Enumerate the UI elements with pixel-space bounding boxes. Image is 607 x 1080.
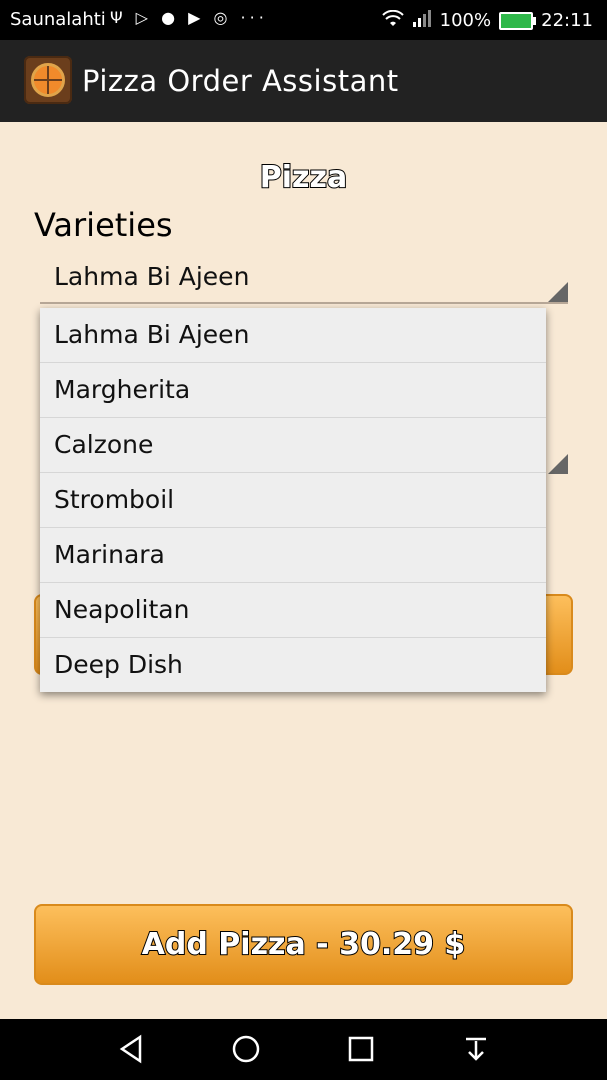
dropdown-option[interactable]: Lahma Bi Ajeen <box>40 308 546 363</box>
section-title: Pizza <box>259 159 348 196</box>
pizza-logo-icon <box>24 56 72 104</box>
wifi-icon <box>381 9 404 32</box>
spinner-selected-value: Lahma Bi Ajeen <box>54 262 250 291</box>
carrier-name: Saunalahti <box>10 9 106 30</box>
action-bar: Pizza Order Assistant <box>0 40 607 122</box>
dropdown-option[interactable]: Margherita <box>40 363 546 418</box>
signal-icon <box>412 9 432 32</box>
dropdown-option[interactable]: Neapolitan <box>40 583 546 638</box>
recents-icon[interactable] <box>345 1033 377 1065</box>
dropdown-option[interactable]: Calzone <box>40 418 546 473</box>
dropdown-arrow-icon[interactable] <box>548 454 568 474</box>
status-bar: Saunalahti Ψ ▷ ● ▶ ◎ ··· 100% 22:11 <box>0 0 607 40</box>
notification-icons: Ψ ▷ ● ▶ ◎ ··· <box>110 8 268 27</box>
dropdown-option[interactable]: Marinara <box>40 528 546 583</box>
app-title: Pizza Order Assistant <box>82 64 399 98</box>
varieties-dropdown-list: Lahma Bi Ajeen Margherita Calzone Stromb… <box>40 308 546 692</box>
clock: 22:11 <box>541 10 593 31</box>
system-nav-bar <box>0 1019 607 1080</box>
varieties-label: Varieties <box>34 206 173 244</box>
status-right: 100% 22:11 <box>381 9 593 32</box>
battery-percent: 100% <box>439 10 492 31</box>
varieties-spinner[interactable]: Lahma Bi Ajeen <box>40 258 568 304</box>
notification-pulldown-icon[interactable] <box>460 1033 492 1065</box>
battery-icon <box>499 11 537 30</box>
dropdown-option[interactable]: Deep Dish <box>40 638 546 692</box>
dropdown-arrow-icon <box>548 282 568 302</box>
back-icon[interactable] <box>116 1033 148 1065</box>
home-icon[interactable] <box>230 1033 262 1065</box>
dropdown-option[interactable]: Stromboil <box>40 473 546 528</box>
add-pizza-button[interactable]: Add Pizza - 30.29 $ <box>34 904 573 985</box>
